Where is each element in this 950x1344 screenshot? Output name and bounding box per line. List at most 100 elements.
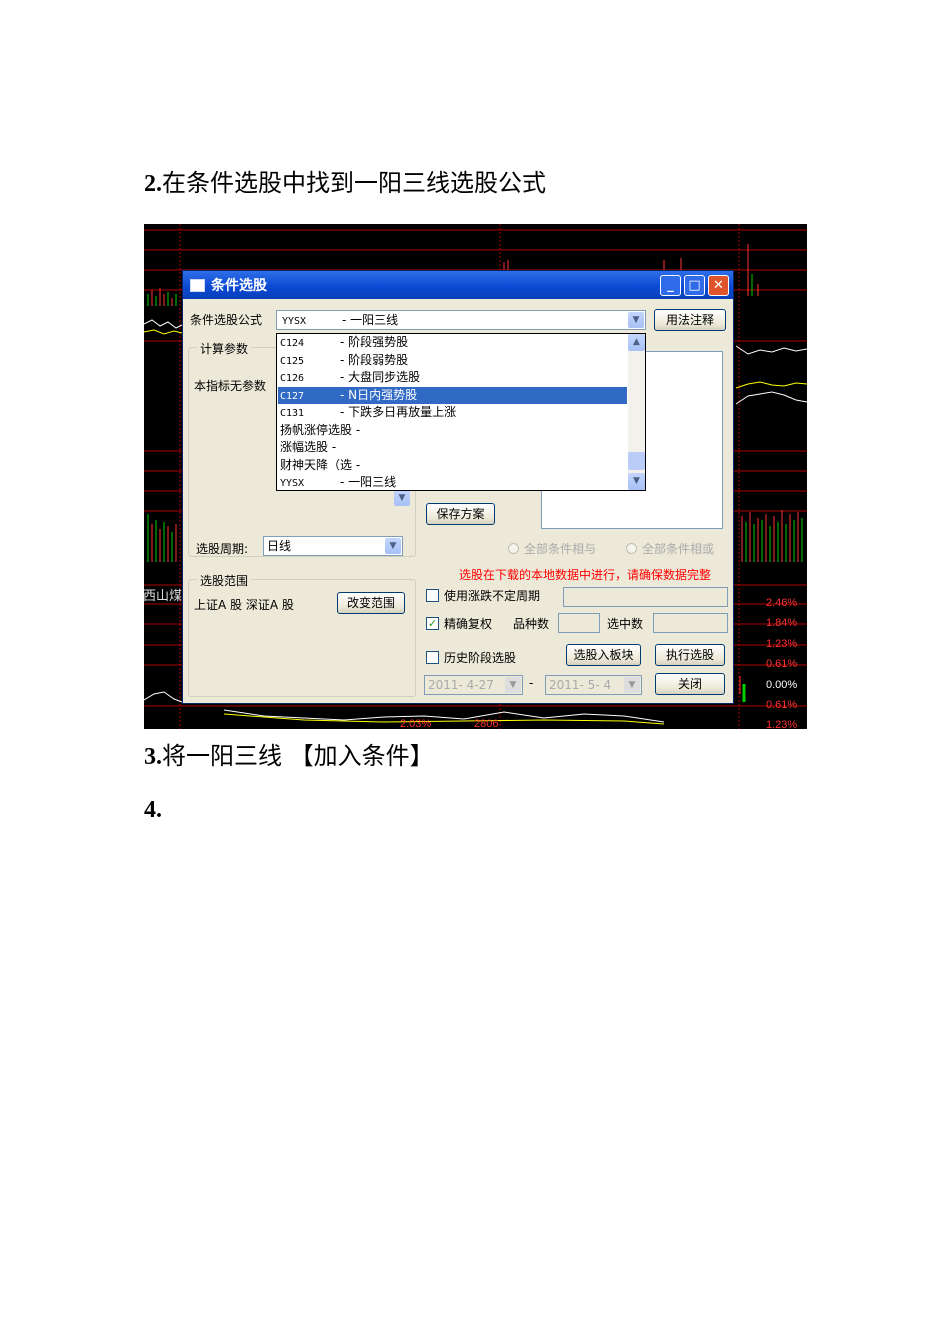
- bottom-value: 2806: [474, 718, 499, 729]
- execute-screening-button[interactable]: 执行选股: [655, 644, 725, 666]
- chevron-down-icon[interactable]: ▼: [624, 677, 640, 693]
- range-group-title: 选股范围: [197, 572, 252, 589]
- step-2-heading: 2.在条件选股中找到一阳三线选股公式: [144, 168, 546, 199]
- dropdown-item-name: - 下跌多日再放量上涨: [340, 405, 457, 419]
- formula-select[interactable]: YYSX - 一阳三线 ▼: [276, 310, 646, 330]
- uncertain-period-field[interactable]: [563, 587, 728, 607]
- save-plan-button[interactable]: 保存方案: [426, 503, 495, 525]
- selected-count-field: [653, 613, 728, 633]
- dropdown-item-code: C125: [280, 355, 305, 367]
- dropdown-item-name: - N日内强势股: [340, 387, 418, 402]
- step-3-heading: 3.将一阳三线 【加入条件】: [144, 741, 434, 772]
- data-warning-text: 选股在下载的本地数据中进行，请确保数据完整: [459, 568, 712, 582]
- stock-name: 西山煤: [144, 589, 183, 604]
- percent-label: 0.00%: [766, 679, 798, 691]
- date-to-field[interactable]: 2011- 5- 4 ▼: [545, 675, 642, 695]
- chevron-down-icon[interactable]: ▼: [628, 312, 644, 328]
- range-text: 上证A 股 深证A 股: [194, 598, 294, 612]
- precise-rights-label: 精确复权: [444, 617, 493, 631]
- average-line: [144, 329, 183, 335]
- step-text: 将一阳三线 【加入条件】: [162, 742, 434, 770]
- dropdown-item[interactable]: 财神天降（选 -: [278, 457, 629, 474]
- dropdown-item[interactable]: C131 - 下跌多日再放量上涨: [278, 404, 627, 421]
- step-4-heading: 4.: [144, 794, 162, 825]
- radio-and-label: 全部条件相与: [524, 542, 597, 556]
- percent-label: 1.23%: [766, 719, 798, 729]
- uncertain-period-label: 使用涨跌不定周期: [444, 589, 541, 603]
- dropdown-item-name: - 阶段弱势股: [340, 352, 409, 367]
- dropdown-item[interactable]: C126 - 大盘同步选股: [278, 369, 627, 386]
- usage-notes-button[interactable]: 用法注释: [654, 309, 726, 331]
- stock-screening-dialog: 条件选股 _ □ ✕ 条件选股公式 YYSX - 一阳三线 ▼ 用法注释 计算参数…: [182, 270, 734, 704]
- add-to-block-button[interactable]: 选股入板块: [566, 644, 641, 666]
- price-line: [735, 391, 807, 405]
- percent-label: 1.84%: [766, 617, 798, 629]
- formula-name: - 一阳三线: [342, 313, 399, 327]
- formula-code: YYSX: [282, 316, 307, 327]
- dialog-titlebar[interactable]: 条件选股 _ □ ✕: [183, 271, 733, 299]
- percent-label: 0.61%: [766, 658, 798, 670]
- window-icon: [190, 278, 205, 292]
- dropdown-item-name: - 阶段强势股: [340, 335, 409, 349]
- chevron-down-icon[interactable]: ▼: [505, 677, 521, 693]
- percent-label: 0.61%: [766, 699, 798, 711]
- chevron-up-icon[interactable]: ▲: [628, 334, 645, 351]
- dropdown-item[interactable]: 扬帆涨停选股 -: [278, 422, 629, 439]
- close-button[interactable]: 关闭: [655, 673, 725, 695]
- dialog-title: 条件选股: [211, 278, 267, 294]
- dropdown-item-name: 扬帆涨停选股 -: [280, 422, 361, 437]
- step-number: 3.: [144, 744, 162, 770]
- radio-or[interactable]: [626, 543, 637, 554]
- date-separator: -: [529, 676, 534, 690]
- scrollbar-thumb[interactable]: [628, 452, 645, 470]
- dropdown-item-name: - 一阳三线: [340, 475, 397, 489]
- dropdown-item-name: 涨幅选股 -: [280, 440, 337, 454]
- dropdown-item-code: YYSX: [280, 478, 305, 489]
- price-line: [144, 319, 183, 329]
- dropdown-item-code: C126: [280, 373, 305, 384]
- stock-software-screenshot: 西山煤 2.46% 1.84% 1.23% 0.61% 0.00% 0.61% …: [144, 224, 807, 729]
- bottom-value: 2.03%: [400, 718, 432, 729]
- period-label: 选股周期:: [196, 542, 249, 556]
- dropdown-item-code: C127: [280, 390, 305, 402]
- change-range-button[interactable]: 改变范围: [337, 592, 405, 614]
- variety-count-label: 品种数: [513, 617, 550, 631]
- dropdown-item[interactable]: C125 - 阶段弱势股: [278, 352, 627, 369]
- period-select[interactable]: 日线 ▼: [263, 536, 403, 556]
- price-line: [735, 345, 807, 355]
- dropdown-scrollbar[interactable]: ▲ ▼: [628, 334, 645, 490]
- percent-label: 1.23%: [766, 638, 798, 650]
- precise-rights-checkbox[interactable]: ✓: [426, 617, 439, 630]
- params-text: 本指标无参数: [194, 379, 267, 393]
- step-number: 4.: [144, 797, 162, 823]
- chevron-down-icon[interactable]: ▼: [385, 538, 401, 554]
- uncertain-period-checkbox[interactable]: [426, 589, 439, 602]
- formula-dropdown-list[interactable]: C124 - 阶段强势股 C125 - 阶段弱势股 C126 - 大盘同步选股 C127 - …: [276, 333, 646, 491]
- formula-label: 条件选股公式: [190, 313, 263, 327]
- percent-label: 2.46%: [766, 597, 798, 609]
- average-line: [735, 381, 807, 389]
- date-from-field[interactable]: 2011- 4-27 ▼: [424, 675, 523, 695]
- radio-and[interactable]: [508, 543, 519, 554]
- close-window-button[interactable]: ✕: [708, 275, 729, 296]
- chevron-down-icon[interactable]: ▼: [628, 473, 645, 490]
- params-group-title: 计算参数: [197, 340, 252, 357]
- maximize-button[interactable]: □: [684, 275, 705, 296]
- dropdown-item[interactable]: YYSX - 一阳三线: [278, 474, 627, 490]
- step-number: 2.: [144, 171, 162, 197]
- dropdown-item[interactable]: C127 - N日内强势股: [278, 386, 627, 404]
- dropdown-item[interactable]: C124 - 阶段强势股: [278, 334, 627, 351]
- dropdown-item-name: - 大盘同步选股: [340, 370, 421, 384]
- period-value: 日线: [267, 539, 292, 553]
- chevron-down-icon[interactable]: ▼: [394, 490, 410, 506]
- dropdown-item-code: C131: [280, 408, 305, 419]
- dropdown-item[interactable]: 涨幅选股 -: [278, 439, 629, 456]
- minimize-button[interactable]: _: [660, 275, 681, 296]
- dropdown-item-code: C124: [280, 338, 305, 349]
- history-checkbox[interactable]: [426, 651, 439, 664]
- radio-or-label: 全部条件相或: [642, 542, 715, 556]
- variety-count-field: [558, 613, 600, 633]
- selected-count-label: 选中数: [607, 617, 644, 631]
- dropdown-item-name: 财神天降（选 -: [280, 457, 361, 472]
- price-line: [144, 691, 183, 703]
